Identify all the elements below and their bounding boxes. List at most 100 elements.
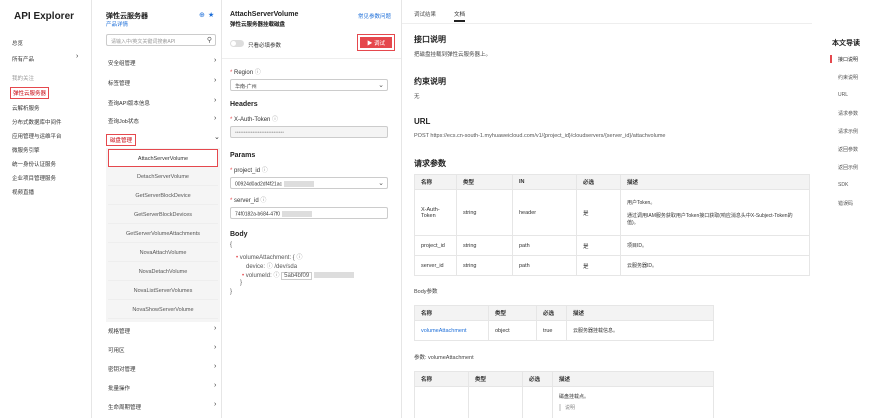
faq-link[interactable]: 常见参数问题 (358, 12, 391, 20)
masked-value (282, 211, 313, 217)
body-title: Body (230, 231, 248, 238)
toc-item-sdk[interactable]: SDK (838, 182, 848, 188)
required-only-toggle[interactable] (230, 40, 244, 47)
region-select[interactable]: 华南-广州 ⌄ (230, 79, 388, 91)
server-id-label: * server_id ⓘ (230, 198, 267, 204)
cell (414, 386, 469, 418)
api-item-getservervolumeattachments[interactable]: GetServerVolumeAttachments (108, 225, 218, 243)
api-item-getserverblockdevices[interactable]: GetServerBlockDevices (108, 206, 218, 224)
toc-item-intro[interactable]: 接口说明 (838, 56, 858, 63)
category-batch[interactable]: 批量操作 (108, 384, 130, 392)
category-tags[interactable]: 标签管理 (108, 79, 130, 87)
left-nav: API Explorer 总览 所有产品 › 我的关注 弹性云服务器 云解析服务… (0, 0, 92, 418)
auth-token-input[interactable]: •••••••••••••••••••••••••••• (230, 126, 388, 138)
category-api-version[interactable]: 查询API版本信息 (108, 99, 150, 107)
volumeid-field[interactable]: • volumeId: ⓘ 5ab4bf09 (242, 270, 355, 280)
nav-item-overview[interactable]: 总览 (12, 39, 23, 47)
nav-item-ddm[interactable]: 分布式数据库中间件 (12, 118, 62, 126)
chevron-right-icon[interactable]: › (214, 401, 216, 408)
api-search-input[interactable]: 请输入中/英文关键词搜索API ⚲ (106, 34, 216, 46)
request-params-title: 请求参数 (414, 159, 446, 168)
col-required: 必选 (576, 174, 621, 190)
chevron-right-icon[interactable]: › (214, 325, 216, 332)
chevron-right-icon[interactable]: › (214, 344, 216, 351)
toc-item-error-codes[interactable]: 错误码 (838, 200, 853, 207)
toc-item-url[interactable]: URL (838, 92, 848, 98)
device-field[interactable]: device: ⓘ /dev/sda (246, 261, 297, 270)
star-icon[interactable]: ★ (208, 11, 214, 19)
cell: path (512, 255, 577, 276)
url-title: URL (414, 117, 431, 126)
body-open-brace: { (230, 242, 233, 248)
project-id-label: * project_id ⓘ (230, 168, 268, 174)
chevron-right-icon[interactable]: › (214, 115, 216, 122)
url-text: POST https://ecs.cn-south-1.myhuaweiclou… (414, 133, 666, 139)
toc-item-request-params[interactable]: 请求参数 (838, 110, 858, 117)
body-params-title: Body参数 (414, 289, 438, 295)
nav-item-aom[interactable]: 应用管理与运维平台 (12, 132, 62, 140)
api-item-getserverblockdevice[interactable]: GetServerBlockDevice (108, 187, 218, 205)
api-description: 弹性云服务器挂载磁盘 (230, 22, 286, 28)
nav-item-ecs[interactable]: 弹性云服务器 (10, 87, 50, 99)
chevron-right-icon[interactable]: › (214, 57, 216, 64)
cell: server_id (414, 255, 457, 276)
server-id-input[interactable]: 74f0182a-b684-47f0 (230, 207, 388, 219)
category-az[interactable]: 可用区 (108, 346, 125, 354)
body-key-volumeattachment: • volumeAttachment: { ⓘ (236, 255, 303, 261)
api-item-novaattachvolume[interactable]: NovaAttachVolume (108, 244, 218, 262)
cell: 云服务器挂载信息。 (566, 320, 714, 341)
region-label: * Region ⓘ (230, 70, 261, 76)
volumeattachment-link[interactable]: volumeAttachment (414, 320, 489, 341)
table-header-row: 名称 类型 必选 描述 (414, 371, 714, 387)
api-item-detachservervolume[interactable]: DetachServerVolume (108, 168, 218, 186)
category-keypairs[interactable]: 密钥对管理 (108, 365, 136, 373)
api-item-attachservervolume[interactable]: AttachServerVolume (108, 149, 218, 167)
search-icon[interactable]: ⚲ (207, 36, 212, 44)
nav-item-cse[interactable]: 微服务引擎 (12, 146, 40, 154)
nav-item-dns[interactable]: 云解析服务 (12, 104, 40, 112)
tab-document[interactable]: 文档 (454, 10, 466, 22)
debug-button[interactable]: ▶ 调试 (357, 34, 395, 51)
tab-debug-result[interactable]: 调试结果 (414, 10, 436, 18)
nav-item-live[interactable]: 视频直播 (12, 188, 34, 196)
nav-item-iam[interactable]: 统一身份认证服务 (12, 160, 56, 168)
cell: string (456, 189, 513, 236)
col-name: 名称 (414, 174, 457, 190)
chevron-right-icon[interactable]: › (214, 97, 216, 104)
body-inner-close: } (240, 280, 243, 286)
product-detail-link[interactable]: 产品详情 (106, 20, 128, 28)
category-job-status[interactable]: 查询Job状态 (108, 117, 139, 125)
doc-panel: 调试结果 文档 接口说明 把磁盘挂载到弹性云服务器上。 约束说明 无 URL P… (402, 0, 812, 418)
toc-item-response-params[interactable]: 返回参数 (838, 146, 858, 153)
nav-item-all-products[interactable]: 所有产品 (12, 55, 34, 63)
toc-item-constraint[interactable]: 约束说明 (838, 74, 858, 81)
chevron-right-icon[interactable]: › (76, 53, 78, 60)
api-item-novadetachvolume[interactable]: NovaDetachVolume (108, 263, 218, 281)
col-type: 类型 (468, 371, 523, 387)
cell: string (456, 255, 513, 276)
search-placeholder: 请输入中/英文关键词搜索API (111, 39, 176, 45)
nav-item-eps[interactable]: 企业项目管理服务 (12, 174, 56, 182)
body-close-brace: } (230, 289, 233, 295)
category-flavors[interactable]: 规格管理 (108, 327, 130, 335)
api-item-novashowservervolume[interactable]: NovaShowServerVolume (108, 301, 218, 319)
cell-desc: 磁盘挂载点。 说明 (552, 386, 714, 418)
toc-item-request-example[interactable]: 请求示例 (838, 128, 858, 135)
required-only-label: 只看必填参数 (248, 43, 282, 49)
chevron-right-icon[interactable]: › (214, 77, 216, 84)
api-item-novalistservervolumes[interactable]: NovaListServerVolumes (108, 282, 218, 300)
chevron-right-icon[interactable]: › (214, 382, 216, 389)
request-params-table: 名称 类型 IN 必选 描述 X-Auth-Token string heade… (414, 174, 810, 276)
chevron-down-icon[interactable]: ⌄ (214, 133, 220, 141)
category-lifecycle[interactable]: 生命周期管理 (108, 403, 141, 411)
chevron-down-icon: ⌄ (378, 180, 384, 187)
project-id-value: 00924d0ad2df4f21ac (235, 181, 282, 188)
category-security-group[interactable]: 安全组管理 (108, 59, 136, 67)
globe-icon[interactable]: ⊕ (199, 11, 205, 19)
app-title: API Explorer (14, 11, 75, 22)
toc-item-response-example[interactable]: 返回示例 (838, 164, 858, 171)
chevron-down-icon: ⌄ (378, 82, 384, 89)
category-disk-management[interactable]: 磁盘管理 (106, 134, 137, 146)
project-id-select[interactable]: 00924d0ad2df4f21ac ⌄ (230, 177, 388, 189)
chevron-right-icon[interactable]: › (214, 363, 216, 370)
